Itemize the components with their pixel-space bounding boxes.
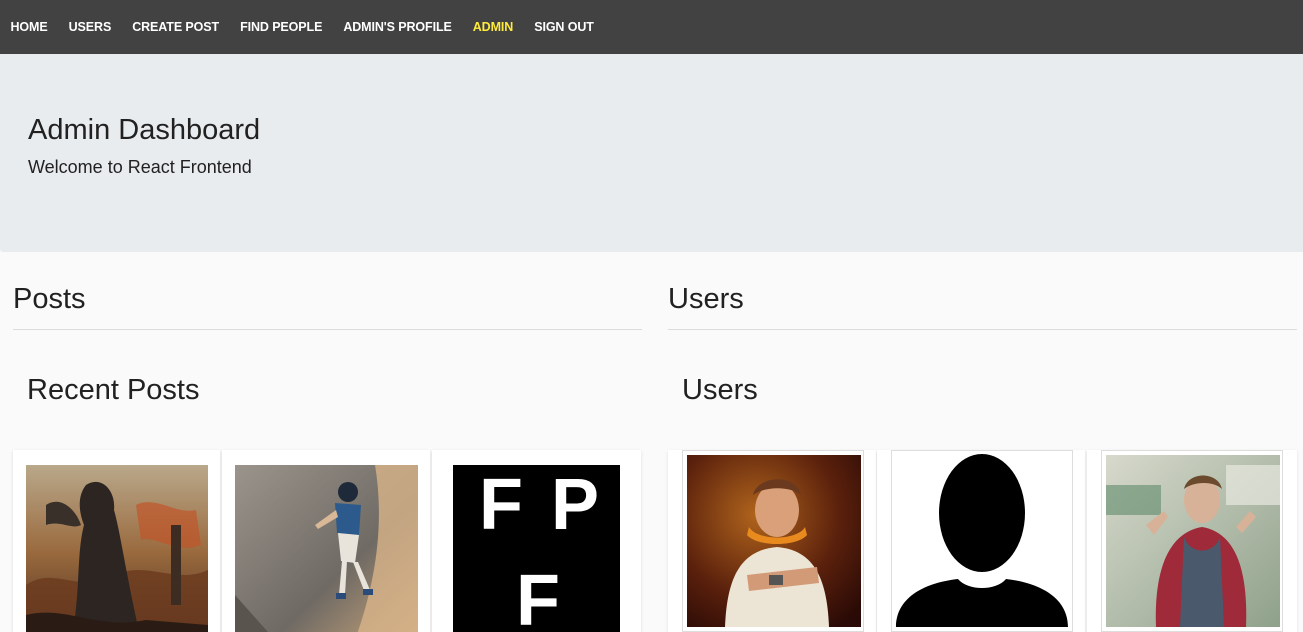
- default-avatar-icon: [892, 451, 1072, 631]
- user-photo-red-hoodie: [1106, 455, 1280, 627]
- post-card[interactable]: F P F: [432, 450, 641, 632]
- post-card[interactable]: [13, 450, 220, 632]
- posts-column: Posts Recent Posts F P F: [13, 252, 642, 632]
- dashboard-jumbotron: Admin Dashboard Welcome to React Fronten…: [0, 54, 1303, 252]
- post-image-fpf-logo[interactable]: F P F: [453, 465, 620, 632]
- user-photo-headphones: [687, 455, 861, 627]
- page-title: Admin Dashboard: [28, 114, 261, 146]
- post-card[interactable]: [222, 450, 430, 632]
- top-navbar: HOME USERS CREATE POST FIND PEOPLE ADMIN…: [0, 0, 1303, 54]
- fpf-logo-letter: F: [479, 465, 523, 545]
- users-sub-heading: Users: [682, 374, 758, 406]
- nav-admin[interactable]: ADMIN: [462, 0, 523, 54]
- nav-admins-profile[interactable]: ADMIN'S PROFILE: [333, 0, 462, 54]
- fpf-logo-letter: F: [516, 561, 560, 632]
- user-card[interactable]: [877, 450, 1085, 632]
- post-image-warrior[interactable]: [26, 465, 208, 632]
- welcome-text: Welcome to React Frontend: [28, 157, 252, 177]
- nav-home[interactable]: HOME: [0, 0, 58, 54]
- users-divider: [668, 329, 1297, 330]
- user-photo-frame[interactable]: [682, 450, 864, 632]
- users-heading: Users: [668, 283, 744, 315]
- user-photo-frame[interactable]: [891, 450, 1073, 632]
- user-card[interactable]: [1087, 450, 1297, 632]
- nav-sign-out[interactable]: SIGN OUT: [524, 0, 605, 54]
- posts-divider: [13, 329, 642, 330]
- user-photo-frame[interactable]: [1101, 450, 1283, 632]
- nav-find-people[interactable]: FIND PEOPLE: [230, 0, 333, 54]
- posts-heading: Posts: [13, 283, 86, 315]
- post-image-climber[interactable]: [235, 465, 418, 632]
- user-card[interactable]: [668, 450, 876, 632]
- fpf-logo-letter: P: [551, 465, 599, 545]
- nav-users[interactable]: USERS: [58, 0, 122, 54]
- nav-create-post[interactable]: CREATE POST: [122, 0, 230, 54]
- recent-posts-heading: Recent Posts: [27, 374, 200, 406]
- users-column: Users Users: [668, 252, 1297, 632]
